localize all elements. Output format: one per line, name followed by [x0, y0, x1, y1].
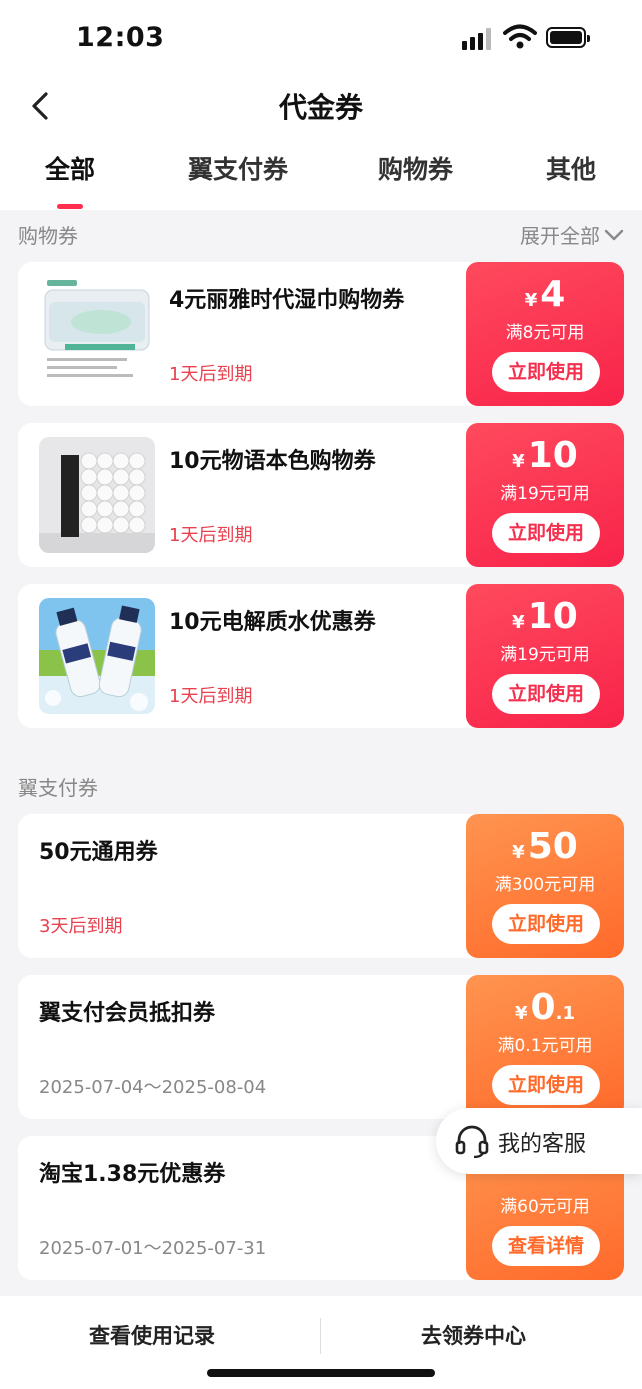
coupon-value-stub: ¥4 满8元可用 立即使用 [459, 262, 624, 406]
coupon-expiry: 1天后到期 [169, 525, 253, 546]
coupon-condition: 满19元可用 [500, 645, 590, 665]
coupon-card[interactable]: 50元通用券 3天后到期 ¥50 满300元可用 立即使用 [18, 814, 624, 958]
coupon-amount: ¥10 [512, 596, 578, 637]
section-header-yzf: 翼支付券 [0, 766, 642, 806]
headset-icon [455, 1125, 489, 1158]
coupon-amount: ¥10 [512, 435, 578, 476]
coupon-name: 10元物语本色购物券 [169, 449, 376, 474]
expand-all-label: 展开全部 [520, 224, 600, 248]
product-image-water [39, 598, 155, 714]
tab-bar: 全部 翼支付券 购物券 其他 [0, 150, 642, 210]
coupon-date-range: 2025-07-01～2025-07-31 [39, 1238, 267, 1259]
header-area: 12:03 代金券 全部 翼支付券 购物券 其他 [0, 0, 642, 210]
bottom-bar: 查看使用记录 去领券中心 [0, 1296, 642, 1389]
coupon-expiry: 1天后到期 [169, 364, 253, 385]
coupon-card[interactable]: 10元电解质水优惠券 1天后到期 ¥10 满19元可用 立即使用 [18, 584, 624, 728]
expand-all-button[interactable]: 展开全部 [520, 220, 624, 249]
product-image-tissue [39, 437, 155, 553]
coupon-condition: 满60元可用 [500, 1197, 590, 1217]
chevron-down-icon [604, 229, 624, 240]
tab-indicator [57, 204, 83, 209]
use-now-button[interactable]: 立即使用 [492, 513, 600, 553]
coupon-center-button[interactable]: 去领券中心 [421, 1320, 526, 1350]
coupon-date-range: 2025-07-04～2025-08-04 [39, 1077, 267, 1098]
tab-yzf[interactable]: 翼支付券 [188, 150, 288, 186]
coupon-amount: ¥0.1 [515, 987, 575, 1028]
view-details-button[interactable]: 查看详情 [492, 1226, 600, 1266]
signal-icon [462, 28, 494, 50]
product-image-wipes [39, 276, 155, 392]
coupon-condition: 满0.1元可用 [497, 1036, 593, 1056]
wifi-icon [503, 24, 537, 49]
section-title: 翼支付券 [18, 776, 98, 800]
status-bar: 12:03 [0, 0, 642, 78]
coupon-expiry: 3天后到期 [39, 916, 123, 937]
tab-all[interactable]: 全部 [45, 150, 95, 186]
coupon-expiry: 1天后到期 [169, 686, 253, 707]
use-now-button[interactable]: 立即使用 [492, 674, 600, 714]
coupon-card[interactable]: 4元丽雅时代湿巾购物券 1天后到期 ¥4 满8元可用 立即使用 [18, 262, 624, 406]
use-now-button[interactable]: 立即使用 [492, 352, 600, 392]
coupon-card[interactable]: 10元物语本色购物券 1天后到期 ¥10 满19元可用 立即使用 [18, 423, 624, 567]
section-title: 购物券 [18, 224, 78, 248]
use-now-button[interactable]: 立即使用 [492, 904, 600, 944]
customer-service-button[interactable]: 我的客服 [436, 1108, 642, 1174]
coupon-condition: 满19元可用 [500, 484, 590, 504]
status-time: 12:03 [76, 22, 165, 53]
usage-history-button[interactable]: 查看使用记录 [89, 1320, 215, 1350]
divider [320, 1318, 321, 1354]
coupon-card[interactable]: 翼支付会员抵扣券 2025-07-04～2025-08-04 ¥0.1 满0.1… [18, 975, 624, 1119]
coupon-value-stub: ¥10 满19元可用 立即使用 [459, 423, 624, 567]
coupon-name: 4元丽雅时代湿巾购物券 [169, 288, 405, 313]
coupon-value-stub: ¥50 满300元可用 立即使用 [459, 814, 624, 958]
tab-shopping[interactable]: 购物券 [378, 150, 453, 186]
section-header-shopping: 购物券 展开全部 [0, 214, 642, 254]
customer-service-label: 我的客服 [498, 1132, 587, 1157]
use-now-button[interactable]: 立即使用 [492, 1065, 600, 1105]
home-indicator [207, 1369, 435, 1377]
coupon-condition: 满8元可用 [505, 323, 585, 343]
coupon-amount: ¥50 [512, 826, 578, 867]
coupon-name: 翼支付会员抵扣券 [39, 1001, 216, 1026]
battery-icon [546, 27, 590, 48]
coupon-value-stub: ¥0.1 满0.1元可用 立即使用 [459, 975, 624, 1119]
nav-bar: 代金券 [0, 78, 642, 134]
coupon-name: 10元电解质水优惠券 [169, 610, 376, 635]
coupon-amount: ¥4 [524, 274, 566, 315]
coupon-name: 淘宝1.38元优惠券 [39, 1162, 226, 1187]
coupon-condition: 满300元可用 [494, 875, 596, 895]
coupon-value-stub: ¥10 满19元可用 立即使用 [459, 584, 624, 728]
coupon-name: 50元通用券 [39, 840, 158, 865]
tab-other[interactable]: 其他 [546, 150, 596, 186]
page-title: 代金券 [278, 91, 363, 124]
